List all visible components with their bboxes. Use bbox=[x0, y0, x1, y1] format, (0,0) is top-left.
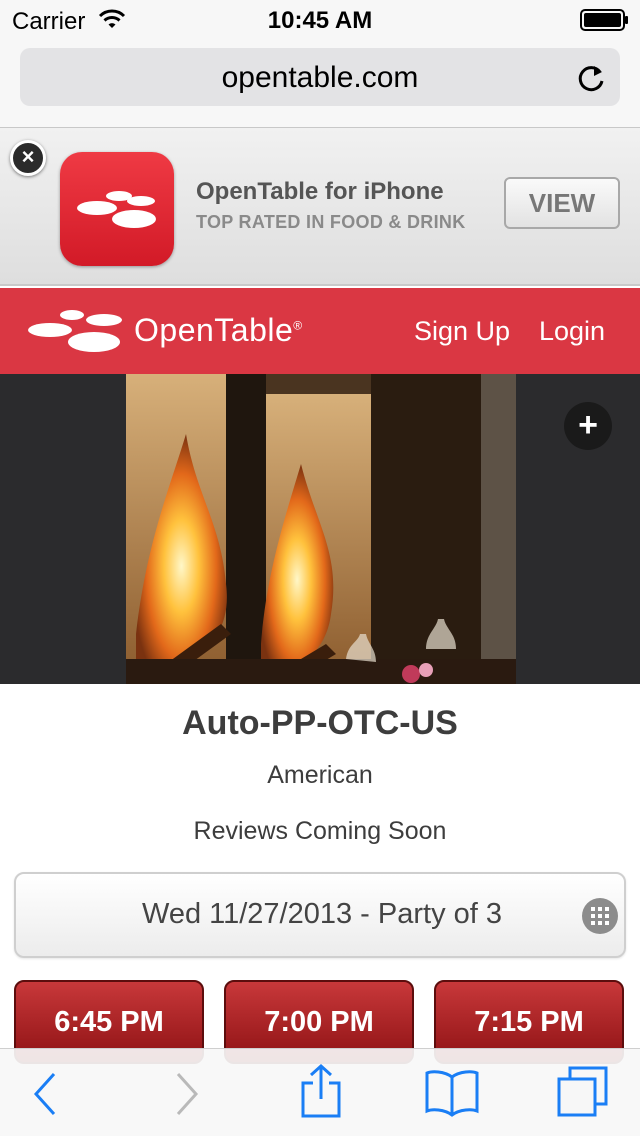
restaurant-photo-area: + bbox=[0, 374, 640, 684]
view-app-button[interactable]: VIEW bbox=[504, 177, 620, 229]
browser-address-area: opentable.com bbox=[0, 40, 640, 128]
battery-icon bbox=[580, 9, 628, 31]
restaurant-photo[interactable] bbox=[126, 374, 516, 684]
tabs-icon[interactable] bbox=[556, 1065, 610, 1119]
login-link[interactable]: Login bbox=[539, 316, 605, 347]
date-party-selector[interactable]: Wed 11/27/2013 - Party of 3 bbox=[14, 872, 626, 958]
site-header: OpenTable® Sign Up Login bbox=[0, 288, 640, 374]
date-party-text: Wed 11/27/2013 - Party of 3 bbox=[141, 898, 503, 930]
forward-icon[interactable] bbox=[172, 1071, 202, 1117]
app-subtitle: TOP RATED IN FOOD & DRINK bbox=[196, 212, 466, 232]
add-photo-button[interactable]: + bbox=[564, 402, 612, 450]
opentable-logo-icon bbox=[77, 191, 156, 228]
bookmarks-icon[interactable] bbox=[424, 1069, 480, 1117]
reviews-status: Reviews Coming Soon bbox=[193, 817, 447, 845]
browser-toolbar bbox=[0, 1048, 640, 1136]
status-time: 10:45 AM bbox=[267, 7, 373, 34]
registered-mark: ® bbox=[293, 318, 303, 333]
app-title: OpenTable for iPhone bbox=[196, 178, 444, 205]
opentable-wordmark[interactable]: OpenTable® bbox=[134, 312, 303, 349]
cuisine-label: American bbox=[267, 761, 373, 789]
opentable-logo-icon[interactable] bbox=[26, 306, 130, 356]
address-bar[interactable]: opentable.com bbox=[20, 48, 620, 106]
restaurant-name: Auto-PP-OTC-US bbox=[182, 704, 458, 742]
smart-app-banner: × OpenTable for iPhone TOP RATED IN FOOD… bbox=[0, 128, 640, 286]
close-banner-button[interactable]: × bbox=[10, 140, 46, 176]
sign-up-link[interactable]: Sign Up bbox=[414, 316, 510, 347]
status-bar: Carrier 10:45 AM bbox=[0, 0, 640, 40]
reload-icon[interactable] bbox=[576, 62, 606, 94]
share-icon[interactable] bbox=[300, 1063, 342, 1119]
back-icon[interactable] bbox=[30, 1071, 60, 1117]
calendar-grid-icon[interactable] bbox=[582, 898, 618, 934]
opentable-app-icon bbox=[60, 152, 174, 266]
fireplace-image bbox=[126, 374, 516, 684]
url-text: opentable.com bbox=[221, 61, 419, 94]
